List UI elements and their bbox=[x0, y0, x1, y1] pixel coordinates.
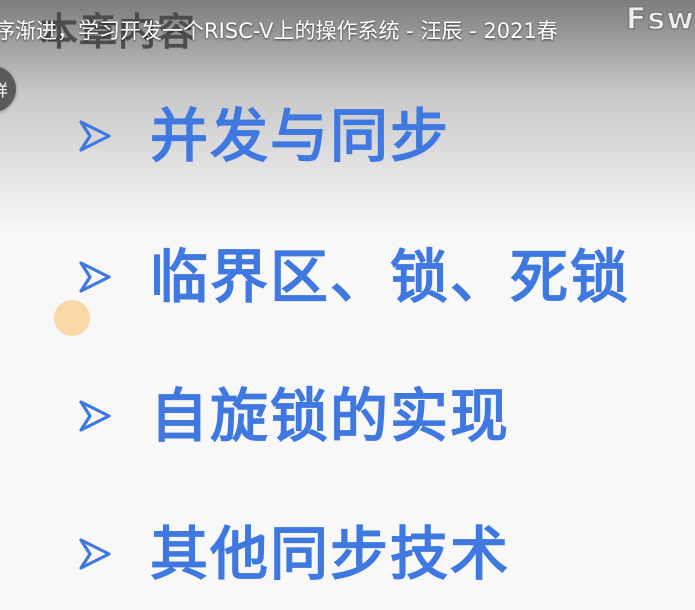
watermark-logo: Fsw bbox=[625, 1, 695, 38]
chevron-right-icon bbox=[78, 260, 112, 294]
bullet-item-spinlock-impl: 自旋锁的实现 bbox=[78, 376, 510, 456]
bullet-label: 并发与同步 bbox=[150, 102, 451, 170]
bullet-item-other-sync-tech: 其他同步技术 bbox=[78, 514, 510, 594]
chevron-right-icon bbox=[78, 399, 112, 433]
chevron-right-icon bbox=[78, 537, 112, 571]
chevron-right-icon bbox=[78, 119, 112, 153]
bullet-label: 自旋锁的实现 bbox=[150, 382, 511, 450]
video-frame[interactable]: 本章内容 序渐进，学习开发一个RISC-V上的操作系统 - 汪辰 - 2021春… bbox=[0, 0, 695, 610]
bullet-label: 其他同步技术 bbox=[150, 520, 511, 588]
uploader-avatar-button[interactable]: 详 bbox=[0, 66, 16, 112]
avatar-label: 详 bbox=[0, 77, 8, 101]
bullet-item-concurrency-sync: 并发与同步 bbox=[78, 96, 450, 176]
bullet-label: 临界区、锁、死锁 bbox=[150, 243, 631, 311]
video-title: 序渐进，学习开发一个RISC-V上的操作系统 - 汪辰 - 2021春 bbox=[0, 19, 558, 43]
cursor-highlight bbox=[54, 300, 90, 336]
bullet-item-critical-section-locks: 临界区、锁、死锁 bbox=[78, 237, 630, 317]
